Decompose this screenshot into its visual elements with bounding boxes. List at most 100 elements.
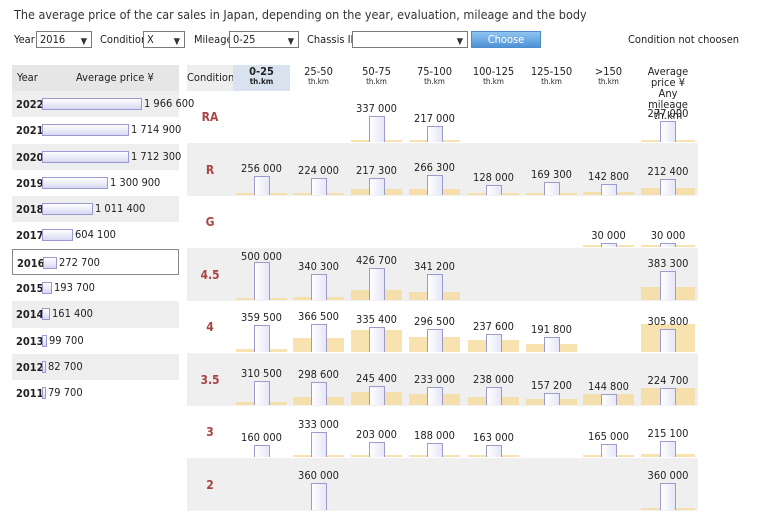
price-bar — [426, 329, 443, 352]
condition-label[interactable]: 4.5 — [187, 268, 233, 282]
condition-row-G: G 30 000 30 000 — [187, 196, 698, 249]
condition-label[interactable]: R — [187, 163, 233, 177]
year-row-2019[interactable]: 2019 1 300 900 — [12, 170, 179, 196]
price-cell[interactable]: 224 000 — [290, 144, 347, 196]
price-cell[interactable]: 266 300 — [406, 144, 463, 196]
year-row-2017[interactable]: 2017 604 100 — [12, 222, 179, 248]
price-cell[interactable]: 310 500 — [233, 354, 290, 406]
price-cell[interactable]: 238 000 — [465, 354, 522, 406]
avg-price-cell[interactable]: 215 100 — [638, 406, 698, 458]
price-bar — [42, 176, 108, 189]
year-row-2015[interactable]: 2015 193 700 — [12, 275, 179, 301]
avg-price-cell[interactable]: 305 800 — [638, 301, 698, 353]
year-label: Year — [14, 33, 35, 46]
price-cell[interactable]: 500 000 — [233, 249, 290, 301]
condition-label[interactable]: 3 — [187, 425, 233, 439]
avg-price-cell[interactable]: 383 300 — [638, 249, 698, 301]
mileage-column-3[interactable]: 75-100 th.km — [406, 65, 463, 91]
price-cell[interactable]: 296 500 — [406, 301, 463, 353]
price-cell[interactable]: 333 000 — [290, 406, 347, 458]
price-cell[interactable]: 163 000 — [465, 406, 522, 458]
price-cell[interactable]: 237 600 — [465, 301, 522, 353]
year-row-2013[interactable]: 2013 99 700 — [12, 328, 179, 354]
price-cell[interactable]: 335 400 — [348, 301, 405, 353]
mileage-unit: th.km — [308, 77, 329, 86]
year-select[interactable]: 2016 ▼ — [36, 31, 92, 48]
price-cell[interactable]: 30 000 — [580, 196, 637, 248]
price-cell[interactable]: 188 000 — [406, 406, 463, 458]
price-cell[interactable]: 298 600 — [290, 354, 347, 406]
price-bar — [368, 327, 385, 352]
price-cell[interactable]: 337 000 — [348, 91, 405, 143]
price-cell[interactable]: 165 000 — [580, 406, 637, 458]
choose-button[interactable]: Choose — [471, 31, 541, 48]
year-row-2022[interactable]: 2022 1 966 600 — [12, 91, 194, 118]
price-cell[interactable]: 233 000 — [406, 354, 463, 406]
price-cell[interactable]: 203 000 — [348, 406, 405, 458]
mileage-select[interactable]: 0-25 ▼ — [229, 31, 299, 48]
avg-price-cell[interactable]: 224 700 — [638, 354, 698, 406]
avg-price-cell[interactable]: 277 000 — [638, 91, 698, 143]
mileage-unit: th.km — [541, 77, 562, 86]
price-value: 335 400 — [356, 313, 397, 326]
price-cell[interactable]: 217 000 — [406, 91, 463, 143]
condition-label[interactable]: 4 — [187, 320, 233, 334]
price-bar — [42, 387, 46, 400]
condition-row-RA: RA 337 000 217 000 277 000 — [187, 91, 698, 144]
price-cell[interactable]: 169 300 — [523, 144, 580, 196]
year-label: 2015 — [16, 282, 44, 296]
price-cell[interactable]: 359 500 — [233, 301, 290, 353]
condition-label[interactable]: G — [187, 215, 233, 229]
year-row-2011[interactable]: 2011 79 700 — [12, 380, 179, 406]
price-value: 188 000 — [414, 429, 455, 442]
price-cell[interactable]: 217 300 — [348, 144, 405, 196]
price-cell[interactable]: 128 000 — [465, 144, 522, 196]
mileage-unit: th.km — [598, 77, 619, 86]
price-value: 212 400 — [647, 164, 689, 178]
mileage-column-4[interactable]: 100-125 th.km — [465, 65, 522, 91]
mileage-column-2[interactable]: 50-75 th.km — [348, 65, 405, 91]
mileage-range: 0-25 — [249, 65, 274, 78]
mileage-column-5[interactable]: 125-150 th.km — [523, 65, 580, 91]
price-value: 310 500 — [241, 366, 282, 380]
price-bar — [42, 98, 142, 110]
year-row-2014[interactable]: 2014 161 400 — [12, 301, 179, 328]
price-cell[interactable]: 191 800 — [523, 301, 580, 353]
mileage-column-6[interactable]: >150 th.km — [580, 65, 637, 91]
condition-label[interactable]: 2 — [187, 478, 233, 492]
price-column-header: Average price ¥ — [76, 71, 154, 84]
price-cell[interactable]: 256 000 — [233, 144, 290, 196]
chassis-select[interactable]: ▼ — [352, 31, 468, 48]
mileage-column-1[interactable]: 25-50 th.km — [290, 65, 347, 91]
avg-price-cell[interactable]: 30 000 — [638, 196, 698, 248]
price-bar — [43, 256, 57, 269]
avg-price-cell[interactable]: 360 000 — [638, 459, 698, 511]
year-row-2012[interactable]: 2012 82 700 — [12, 353, 179, 381]
price-cell[interactable]: 360 000 — [290, 459, 347, 511]
price-value: 266 300 — [414, 160, 455, 174]
year-row-2018[interactable]: 2018 1 011 400 — [12, 196, 179, 223]
condition-select[interactable]: X ▼ — [143, 31, 185, 48]
price-cell[interactable]: 366 500 — [290, 301, 347, 353]
price-cell[interactable]: 340 300 — [290, 249, 347, 301]
year-column-header: Year — [17, 71, 38, 84]
year-row-2020[interactable]: 2020 1 712 300 — [12, 143, 181, 170]
mileage-range: 50-75 — [362, 65, 391, 78]
price-cell[interactable]: 341 200 — [406, 249, 463, 301]
price-cell[interactable]: 426 700 — [348, 249, 405, 301]
mileage-column-0[interactable]: 0-25 th.km — [233, 65, 290, 91]
price-cell[interactable]: 144 800 — [580, 354, 637, 406]
price-cell — [233, 459, 290, 511]
year-row-2016[interactable]: 2016 272 700 — [12, 248, 179, 276]
avg-price-cell[interactable]: 212 400 — [638, 144, 698, 196]
price-cell[interactable]: 160 000 — [233, 406, 290, 458]
condition-label[interactable]: RA — [187, 110, 233, 124]
price-cell[interactable]: 245 400 — [348, 354, 405, 406]
price-bar — [660, 270, 676, 300]
price-cell[interactable]: 142 800 — [580, 144, 637, 196]
mileage-unit: th.km — [424, 77, 445, 86]
price-cell[interactable]: 157 200 — [523, 354, 580, 406]
year-row-2021[interactable]: 2021 1 714 900 — [12, 117, 181, 143]
price-value: 79 700 — [48, 386, 83, 400]
condition-label[interactable]: 3.5 — [187, 373, 233, 387]
